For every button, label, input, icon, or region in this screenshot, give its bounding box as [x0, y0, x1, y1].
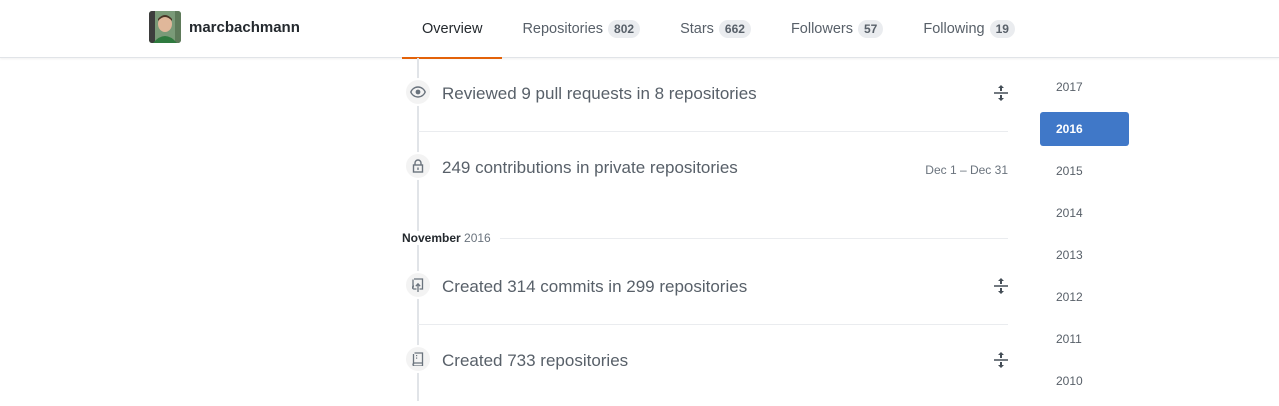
date-range: Dec 1 – Dec 31	[925, 163, 1008, 177]
profile-nav-bar: marcbachmann Overview Repositories 802 S…	[0, 0, 1279, 59]
tab-overview[interactable]: Overview	[402, 0, 503, 59]
year-link-2016[interactable]: 2016	[1040, 112, 1129, 146]
year-link-2011[interactable]: 2011	[1040, 322, 1129, 356]
unfold-icon[interactable]	[994, 85, 1008, 101]
unfold-icon[interactable]	[994, 278, 1008, 294]
tab-label: Overview	[422, 21, 483, 37]
activity-item-repositories: Created 733 repositories	[402, 345, 1008, 375]
activity-summary[interactable]: Created 314 commits in 299 repositories	[442, 277, 747, 297]
month-heading: November 2016	[402, 231, 495, 245]
unfold-icon[interactable]	[994, 352, 1008, 368]
month-year: 2016	[464, 231, 491, 245]
divider	[418, 324, 1008, 325]
month-divider	[500, 238, 1008, 239]
activity-summary[interactable]: Reviewed 9 pull requests in 8 repositori…	[442, 84, 757, 104]
following-count: 19	[989, 20, 1015, 38]
year-link-2012[interactable]: 2012	[1040, 280, 1129, 314]
tab-label: Following	[923, 21, 985, 37]
followers-count: 57	[857, 20, 884, 38]
stars-count: 662	[718, 20, 751, 38]
activity-item-commits: Created 314 commits in 299 repositories	[402, 271, 1008, 301]
year-link-2010[interactable]: 2010	[1040, 364, 1129, 398]
repositories-count: 802	[608, 20, 641, 38]
divider	[418, 131, 1008, 132]
tab-stars[interactable]: Stars 662	[660, 0, 771, 58]
year-link-2015[interactable]: 2015	[1040, 154, 1129, 188]
month-name: November	[402, 231, 461, 245]
profile-tabs: Overview Repositories 802 Stars 662 Foll…	[402, 0, 1035, 59]
username[interactable]: marcbachmann	[189, 19, 300, 36]
tab-label: Repositories	[522, 21, 604, 37]
tab-following[interactable]: Following 19	[903, 0, 1035, 58]
tab-followers[interactable]: Followers 57	[771, 0, 903, 58]
year-filter-list: 2017 2016 2015 2014 2013 2012 2011 2010	[1040, 70, 1129, 406]
repo-icon	[404, 345, 432, 373]
tab-label: Stars	[680, 21, 714, 37]
profile-header[interactable]: marcbachmann	[149, 11, 300, 43]
activity-summary[interactable]: Created 733 repositories	[442, 351, 628, 371]
year-link-2014[interactable]: 2014	[1040, 196, 1129, 230]
tab-label: Followers	[790, 21, 853, 37]
lock-icon	[404, 152, 432, 180]
activity-item-private: 249 contributions in private repositorie…	[402, 152, 1008, 182]
year-link-2017[interactable]: 2017	[1040, 70, 1129, 104]
avatar[interactable]	[149, 11, 181, 43]
eye-icon	[404, 78, 432, 106]
repo-push-icon	[404, 271, 432, 299]
tab-repositories[interactable]: Repositories 802	[502, 0, 660, 58]
activity-summary: 249 contributions in private repositorie…	[442, 158, 738, 177]
activity-item-reviews: Reviewed 9 pull requests in 8 repositori…	[402, 78, 1008, 108]
year-link-2013[interactable]: 2013	[1040, 238, 1129, 272]
